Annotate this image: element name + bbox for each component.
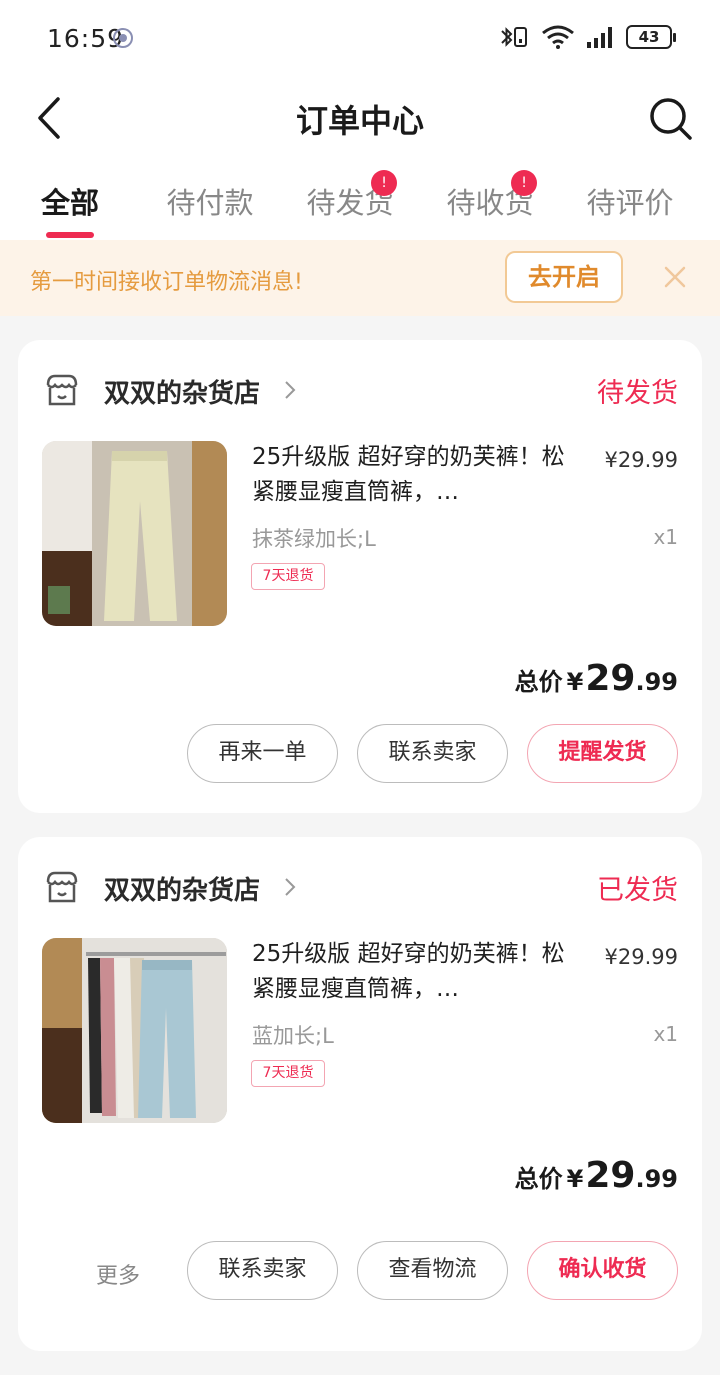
product-spec: 蓝加长;L: [252, 1024, 334, 1048]
more-button[interactable]: 更多: [96, 1258, 140, 1290]
total-integer: 29: [585, 658, 636, 699]
banner-text: 第一时间接收订单物流消息!: [30, 270, 303, 295]
track-shipment-button[interactable]: 查看物流: [357, 1241, 508, 1300]
tab-badge: !: [511, 170, 537, 196]
status-bar: 16:59 43: [0, 0, 720, 78]
return-policy-tag: 7天退货: [251, 563, 325, 590]
tab-badge: !: [371, 170, 397, 196]
enable-notification-button[interactable]: 去开启: [505, 251, 623, 303]
search-icon[interactable]: [646, 94, 696, 144]
order-tabs: 全部 待付款 待发货 ! 待收货 ! 待评价: [0, 158, 720, 240]
total-label: 总价: [514, 1165, 563, 1193]
battery-icon: 43: [626, 25, 676, 49]
tab-label: 待评价: [586, 186, 674, 220]
page-title: 订单中心: [295, 102, 424, 140]
shop-header[interactable]: 双双的杂货店 已发货: [44, 867, 678, 907]
product-quantity: x1: [653, 1022, 678, 1046]
tab-pending-review[interactable]: 待评价: [560, 158, 700, 240]
order-center-page: 16:59 43 订单中心 全部 待付款 待发货 ! 待收货 ! 待评价 第一时…: [0, 0, 720, 1375]
chevron-right-icon: [285, 878, 296, 896]
shop-icon: [46, 374, 78, 406]
shop-icon: [46, 871, 78, 903]
tab-label: 待付款: [166, 186, 254, 220]
total-currency: ¥: [566, 1165, 584, 1193]
tab-label: 全部: [40, 186, 99, 220]
product-price: ¥29.99: [604, 448, 678, 472]
status-indicators: 43: [498, 22, 676, 52]
shop-name[interactable]: 双双的杂货店: [104, 373, 260, 410]
tab-pending-payment[interactable]: 待付款: [140, 158, 280, 240]
chevron-right-icon: [285, 381, 296, 399]
product-image[interactable]: [42, 441, 227, 626]
return-policy-tag: 7天退货: [251, 1060, 325, 1087]
notification-icon: [113, 28, 133, 48]
order-status: 已发货: [597, 875, 678, 906]
order-card[interactable]: 双双的杂货店 已发货 25升级版 超好穿的奶芙裤！松紧腰显瘦直筒裤，… ¥29.…: [18, 837, 702, 1351]
total-label: 总价: [514, 668, 563, 696]
product-title[interactable]: 25升级版 超好穿的奶芙裤！松紧腰显瘦直筒裤，…: [252, 937, 582, 1007]
order-status: 待发货: [597, 378, 678, 409]
product-image[interactable]: [42, 938, 227, 1123]
nav-bar: 订单中心: [0, 78, 720, 158]
tab-all[interactable]: 全部: [0, 158, 140, 240]
tab-pending-shipment[interactable]: 待发货 !: [280, 158, 420, 240]
total-decimal: .99: [635, 1165, 678, 1193]
notification-banner: 第一时间接收订单物流消息! 去开启: [0, 240, 720, 316]
remind-shipment-button[interactable]: 提醒发货: [527, 724, 678, 783]
order-card[interactable]: 双双的杂货店 待发货 25升级版 超好穿的奶芙裤！松紧腰显瘦直筒裤，… ¥29.…: [18, 340, 702, 813]
order-total: 总价 ¥ 29 .99: [515, 1155, 678, 1196]
total-integer: 29: [585, 1155, 636, 1196]
shop-name[interactable]: 双双的杂货店: [104, 870, 260, 907]
buy-again-button[interactable]: 再来一单: [187, 724, 338, 783]
product-price: ¥29.99: [604, 945, 678, 969]
order-actions: 联系卖家 查看物流 确认收货: [187, 1241, 678, 1300]
bluetooth-icon: [501, 27, 527, 47]
total-currency: ¥: [566, 668, 584, 696]
order-actions: 再来一单 联系卖家 提醒发货: [187, 724, 678, 783]
product-quantity: x1: [653, 525, 678, 549]
shop-header[interactable]: 双双的杂货店 待发货: [44, 370, 678, 410]
contact-seller-button[interactable]: 联系卖家: [187, 1241, 338, 1300]
tab-pending-receipt[interactable]: 待收货 !: [420, 158, 560, 240]
product-title[interactable]: 25升级版 超好穿的奶芙裤！松紧腰显瘦直筒裤，…: [252, 440, 582, 510]
close-icon[interactable]: [660, 262, 690, 292]
wifi-icon: [542, 25, 574, 49]
order-total: 总价 ¥ 29 .99: [515, 658, 678, 699]
confirm-receipt-button[interactable]: 确认收货: [527, 1241, 678, 1300]
contact-seller-button[interactable]: 联系卖家: [357, 724, 508, 783]
product-spec: 抹茶绿加长;L: [252, 527, 376, 551]
total-decimal: .99: [635, 668, 678, 696]
signal-icon: [587, 27, 612, 48]
